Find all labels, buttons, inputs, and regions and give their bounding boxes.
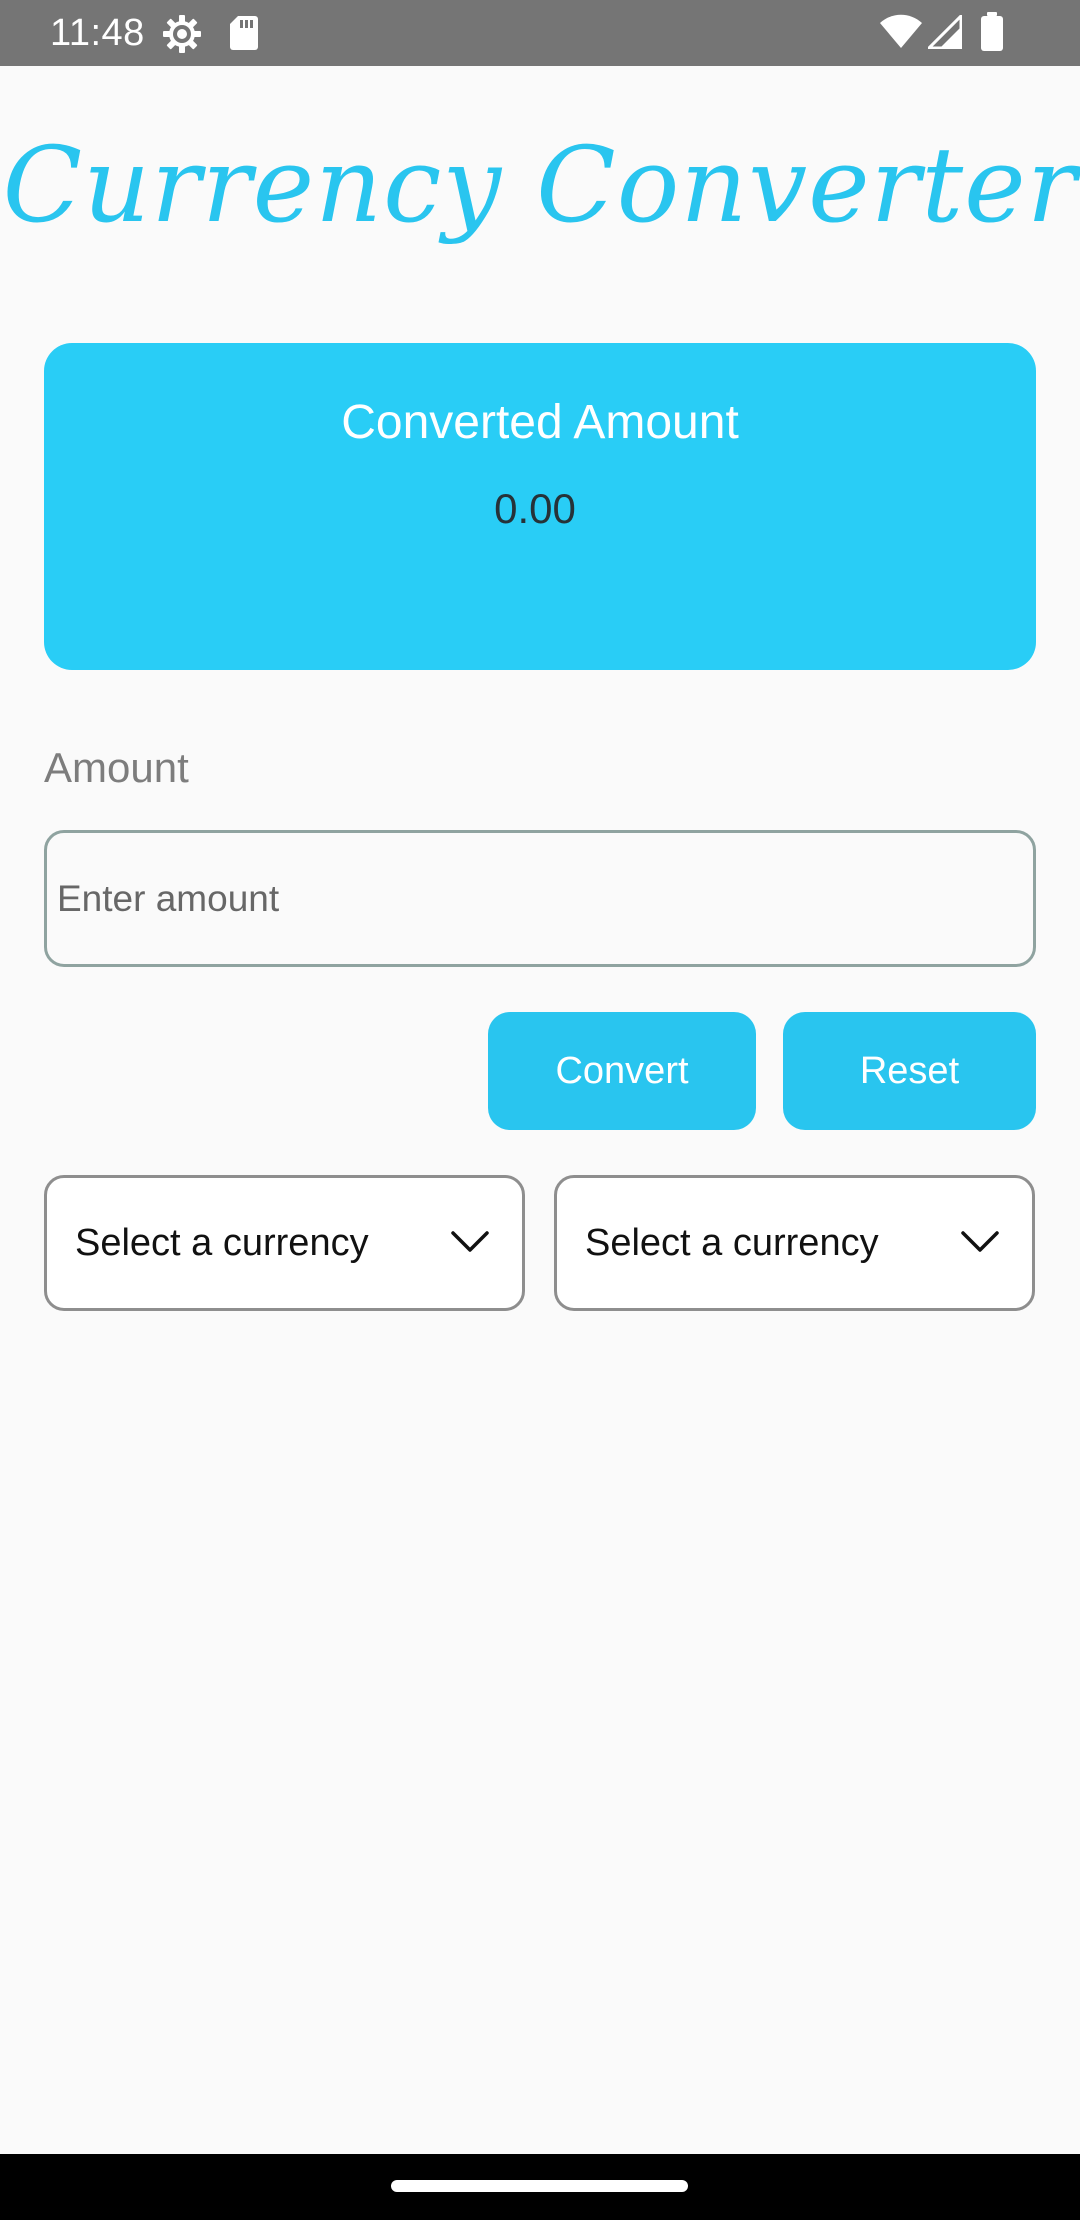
chevron-down-icon bbox=[451, 1231, 489, 1252]
from-currency-value: Select a currency bbox=[75, 1222, 369, 1264]
to-currency-value: Select a currency bbox=[585, 1222, 879, 1264]
wifi-icon bbox=[880, 14, 922, 48]
sd-card-icon bbox=[230, 16, 258, 50]
navigation-bar bbox=[0, 2154, 1080, 2220]
amount-label: Amount bbox=[44, 744, 189, 791]
from-currency-select[interactable]: Select a currency bbox=[44, 1175, 525, 1311]
amount-input[interactable] bbox=[44, 830, 1036, 967]
status-time: 11:48 bbox=[50, 12, 145, 54]
converted-amount-card: Converted Amount 0.00 bbox=[44, 343, 1036, 670]
home-indicator[interactable] bbox=[391, 2180, 688, 2192]
battery-icon bbox=[981, 12, 1003, 51]
reset-button[interactable]: Reset bbox=[783, 1012, 1036, 1130]
converted-amount-label: Converted Amount bbox=[341, 396, 739, 449]
chevron-down-icon bbox=[961, 1231, 999, 1252]
to-currency-select[interactable]: Select a currency bbox=[554, 1175, 1035, 1311]
status-bar: 11:48 bbox=[0, 0, 1080, 66]
signal-icon bbox=[928, 15, 962, 49]
settings-icon bbox=[163, 15, 201, 53]
converted-amount-value: 0.00 bbox=[494, 485, 576, 532]
app-title: Currency Converter bbox=[2, 124, 1078, 246]
convert-button[interactable]: Convert bbox=[488, 1012, 756, 1130]
